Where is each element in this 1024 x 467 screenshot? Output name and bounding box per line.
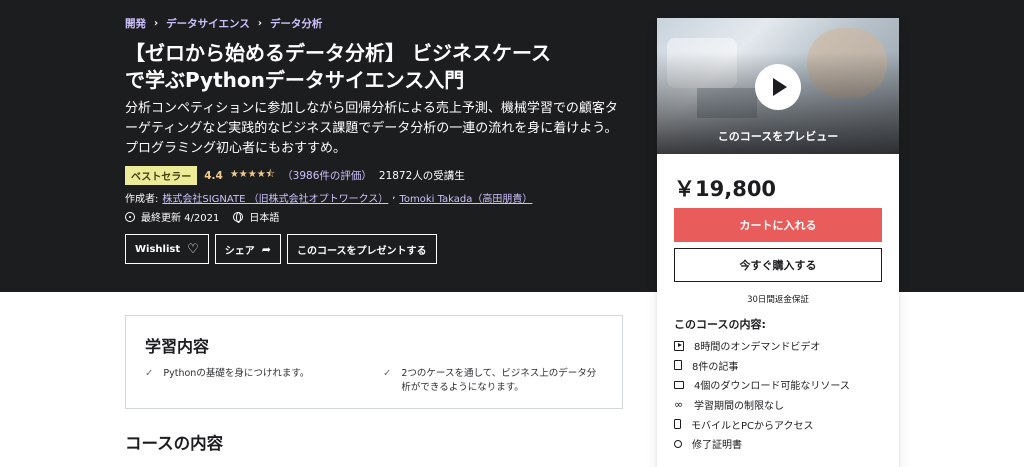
language: 日本語 bbox=[233, 209, 279, 224]
breadcrumb: 開発 › データサイエンス › データ分析 bbox=[125, 16, 322, 31]
share-arrow-icon: ➦ bbox=[261, 242, 271, 256]
update-icon bbox=[125, 211, 135, 222]
course-content-title: コースの内容 bbox=[125, 434, 224, 453]
course-price: ￥19,800 bbox=[674, 177, 777, 201]
course-title-line: 【ゼロから始めるデータ分析】 ビジネスケース bbox=[125, 41, 551, 65]
gift-course-button[interactable]: このコースをプレゼントする bbox=[287, 234, 437, 264]
breadcrumb-item-development[interactable]: 開発 bbox=[125, 16, 146, 31]
include-label: 修了証明書 bbox=[692, 440, 742, 452]
learn-item-text: Pythonの基礎を身につけれます。 bbox=[163, 368, 310, 379]
preview-label: このコースをプレビュー bbox=[717, 130, 839, 143]
learn-item: ✓ 2つのケースを通して、ビジネス上のデータ分析ができるようになります。 bbox=[383, 367, 605, 395]
heart-icon: ♡ bbox=[187, 241, 199, 257]
wishlist-label: Wishlist bbox=[135, 243, 181, 255]
list-item: 修了証明書 bbox=[674, 434, 850, 454]
author-link-signate[interactable]: 株式会社SIGNATE （旧株式会社オプトワークス） bbox=[162, 190, 388, 205]
include-label: 8時間のオンデマンドビデオ bbox=[694, 342, 821, 354]
list-item: 4個のダウンロード可能なリソース bbox=[674, 375, 850, 395]
course-authors: 作成者: 株式会社SIGNATE （旧株式会社オプトワークス） , Tomoki… bbox=[125, 190, 532, 205]
file-icon bbox=[674, 360, 682, 371]
include-label: 学習期間の制限なし bbox=[694, 401, 784, 413]
rating-row: ベストセラー 4.4 ★★★★⯪ （3986件の評価） 21872人の受講生 bbox=[125, 166, 465, 185]
certificate-icon bbox=[674, 439, 682, 448]
learn-item-text: 2つのケースを通して、ビジネス上のデータ分析ができるようになります。 bbox=[401, 368, 597, 393]
buy-now-button[interactable]: 今すぐ購入する bbox=[674, 248, 882, 282]
star-rating-icon: ★★★★⯪ bbox=[229, 169, 276, 180]
bestseller-badge: ベストセラー bbox=[125, 166, 198, 185]
includes-list: 8時間のオンデマンドビデオ 8件の記事 4個のダウンロード可能なリソース ∞ 学… bbox=[674, 336, 850, 454]
course-preview[interactable]: このコースをプレビュー bbox=[657, 18, 899, 154]
check-icon: ✓ bbox=[383, 368, 392, 379]
action-buttons: Wishlist ♡ シェア ➦ このコースをプレゼントする bbox=[125, 234, 437, 264]
share-label: シェア bbox=[224, 245, 255, 257]
include-label: モバイルとPCからアクセス bbox=[691, 420, 814, 432]
globe-icon bbox=[233, 211, 244, 223]
course-title-line: で学ぶPythonデータサイエンス入門 bbox=[125, 68, 465, 92]
download-icon bbox=[674, 380, 684, 389]
share-button[interactable]: シェア ➦ bbox=[214, 234, 281, 264]
student-count: 21872人の受講生 bbox=[378, 170, 465, 182]
language-text: 日本語 bbox=[249, 213, 280, 224]
include-label: 4個のダウンロード可能なリソース bbox=[694, 381, 850, 393]
mobile-icon bbox=[674, 419, 681, 430]
breadcrumb-separator: › bbox=[257, 18, 262, 29]
last-updated-text: 最終更新 4/2021 bbox=[141, 213, 220, 224]
author-link-takada[interactable]: Tomoki Takada（高田朋貴） bbox=[399, 190, 532, 205]
what-you-learn-title: 学習内容 bbox=[145, 337, 210, 356]
include-label: 8件の記事 bbox=[692, 361, 739, 373]
money-back-guarantee: 30日間返金保証 bbox=[747, 295, 809, 305]
course-meta: 最終更新 4/2021 日本語 bbox=[125, 209, 279, 224]
authors-label: 作成者: bbox=[125, 194, 159, 205]
play-icon[interactable] bbox=[755, 64, 801, 110]
video-icon bbox=[674, 340, 684, 351]
last-updated: 最終更新 4/2021 bbox=[125, 209, 219, 224]
author-separator: , bbox=[392, 190, 396, 201]
breadcrumb-item-data-science[interactable]: データサイエンス bbox=[166, 16, 250, 31]
list-item: 8件の記事 bbox=[674, 356, 850, 376]
breadcrumb-item-data-analysis[interactable]: データ分析 bbox=[270, 16, 323, 31]
rating-value: 4.4 bbox=[204, 169, 223, 182]
purchase-sidebar: このコースをプレビュー ￥19,800 カートに入れる 今すぐ購入する 30日間… bbox=[657, 18, 899, 467]
breadcrumb-separator: › bbox=[154, 18, 159, 29]
list-item: モバイルとPCからアクセス bbox=[674, 414, 850, 434]
list-item: 8時間のオンデマンドビデオ bbox=[674, 336, 850, 356]
course-title: 【ゼロから始めるデータ分析】 ビジネスケース で学ぶPythonデータサイエンス… bbox=[125, 40, 625, 94]
wishlist-button[interactable]: Wishlist ♡ bbox=[125, 234, 209, 264]
check-icon: ✓ bbox=[145, 368, 154, 379]
what-you-learn-box: 学習内容 ✓ Pythonの基礎を身につけれます。 ✓ 2つのケースを通して、ビ… bbox=[125, 315, 623, 409]
course-subtitle: 分析コンペティションに参加しながら回帰分析による売上予測、機械学習での顧客ターゲ… bbox=[125, 101, 618, 156]
learn-item: ✓ Pythonの基礎を身につけれます。 bbox=[145, 367, 365, 381]
rating-count-link[interactable]: （3986件の評価） bbox=[282, 168, 372, 183]
includes-title: このコースの内容: bbox=[674, 318, 766, 331]
list-item: ∞ 学習期間の制限なし bbox=[674, 395, 850, 415]
infinity-icon: ∞ bbox=[674, 397, 684, 411]
add-to-cart-button[interactable]: カートに入れる bbox=[674, 208, 882, 242]
gift-label: このコースをプレゼントする bbox=[297, 245, 427, 257]
